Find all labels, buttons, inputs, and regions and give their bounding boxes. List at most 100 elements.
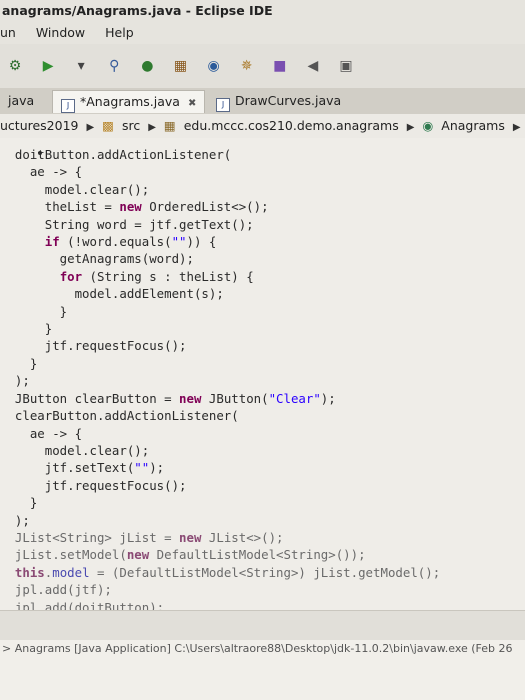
web-icon[interactable]: ◉ [203, 55, 225, 77]
menu-window[interactable]: Window [36, 22, 85, 44]
code-line: jtf.requestFocus(); [0, 478, 187, 493]
code-token: ae -> { [0, 425, 83, 441]
code-line: jpl.add(doitButton); [0, 600, 164, 610]
java-file-icon: J [61, 99, 75, 113]
code-token: = (DefaultListModel<String>) jList.getMo… [89, 564, 441, 580]
code-token: new [126, 547, 150, 563]
code-token: JList<>(); [201, 529, 284, 545]
code-token: jtf.requestFocus(); [0, 477, 187, 493]
code-token: } [0, 355, 38, 371]
code-line: ); [0, 373, 30, 388]
breadcrumb-src[interactable]: src [122, 114, 140, 138]
code-token: ); [0, 512, 30, 528]
menu-bar: un Window Help [0, 22, 525, 44]
code-token: } [0, 321, 53, 337]
chevron-right-icon: ▶ [512, 122, 521, 133]
open-type-icon[interactable]: ▦ [169, 55, 191, 77]
code-token: doitButton.addActionListener( [0, 147, 232, 162]
breadcrumb-project[interactable]: uctures2019 [0, 114, 79, 138]
code-line: doitButton.addActionListener( [0, 147, 231, 162]
editor-tabs: java J *Anagrams.java ✖ J DrawCurves.java [0, 88, 525, 114]
code-token: OrderedList<>(); [141, 199, 269, 215]
chevron-right-icon: ▶ [406, 122, 415, 133]
code-token: getAnagrams(word); [0, 251, 194, 267]
menu-run[interactable]: un [0, 22, 16, 44]
code-token: model [52, 564, 90, 580]
debug-icon[interactable]: ⚙ [4, 55, 26, 77]
code-line: for (String s : theList) { [0, 269, 254, 284]
code-line: jpl.add(jtf); [0, 582, 112, 597]
breadcrumb-class[interactable]: Anagrams [441, 114, 505, 138]
source-code[interactable]: doitButton.addActionListener( ae -> { mo… [0, 146, 440, 610]
navigate-back-icon[interactable]: ◀ [302, 55, 324, 77]
code-token: model.clear(); [0, 181, 150, 197]
code-token: ); [0, 373, 30, 389]
code-token: jpl.add(doitButton); [0, 599, 165, 610]
chevron-right-icon: ▶ [148, 122, 156, 133]
code-token: "Clear" [268, 390, 321, 406]
close-icon[interactable]: ✖ [188, 98, 196, 109]
code-line: jtf.setText(""); [0, 460, 164, 475]
java-file-icon: J [216, 98, 230, 112]
code-line: } [0, 495, 37, 510]
code-line: } [0, 321, 52, 336]
code-line: this.model = (DefaultListModel<String>) … [0, 565, 440, 580]
code-token: DefaultListModel<String>()); [149, 547, 366, 563]
pin-icon[interactable]: ✵ [236, 55, 258, 77]
code-line: theList = new OrderedList<>(); [0, 199, 269, 214]
breadcrumb-package[interactable]: edu.mccc.cos210.demo.anagrams [184, 114, 399, 138]
code-line: ae -> { [0, 426, 82, 441]
code-token: "" [171, 234, 187, 250]
code-line: model.addElement(s); [0, 286, 224, 301]
code-line: model.clear(); [0, 182, 149, 197]
code-token: model.clear(); [0, 442, 150, 458]
code-line: if (!word.equals("")) { [0, 234, 217, 250]
package-folder-icon: ▩ [102, 118, 114, 133]
code-token: jtf.requestFocus(); [0, 338, 187, 354]
code-editor[interactable]: doitButton.addActionListener( ae -> { mo… [0, 138, 525, 610]
code-token: } [0, 495, 38, 511]
tab-java-label: java [8, 93, 35, 108]
code-line: ); [0, 513, 30, 528]
code-token: "" [134, 460, 150, 476]
code-token: String word = jtf.getText(); [0, 216, 254, 232]
console-output: > Anagrams [Java Application] C:\Users\a… [0, 640, 525, 700]
code-line: } [0, 356, 37, 371]
code-token: jList.setModel( [0, 547, 127, 563]
perspective-icon[interactable]: ▣ [335, 55, 357, 77]
code-line: jtf.requestFocus(); [0, 338, 187, 353]
code-token: jtf.setText( [0, 460, 135, 476]
tab-anagrams-label: *Anagrams.java [80, 94, 180, 109]
code-line: jList.setModel(new DefaultListModel<Stri… [0, 547, 366, 562]
code-token: } [0, 303, 68, 319]
breadcrumb: uctures2019 ▶ ▩ src ▶ ▦ edu.mccc.cos210.… [0, 114, 525, 138]
code-line: model.clear(); [0, 443, 149, 458]
code-line: } [0, 304, 67, 319]
code-token: theList = [0, 199, 120, 215]
code-token: new [179, 390, 202, 406]
code-token: JButton clearButton = [0, 390, 180, 406]
class-icon: ◉ [422, 118, 434, 133]
highlight-icon[interactable]: ■ [269, 55, 291, 77]
code-line: JList<String> jList = new JList<>(); [0, 530, 284, 545]
code-token: ); [320, 390, 336, 406]
code-line: JButton clearButton = new JButton("Clear… [0, 391, 336, 406]
code-token: if [44, 234, 60, 250]
window-title: anagrams/Anagrams.java - Eclipse IDE [0, 0, 525, 22]
tab-java[interactable]: java [0, 90, 42, 112]
tab-drawcurves[interactable]: J DrawCurves.java [208, 90, 349, 112]
code-token: ae -> { [0, 164, 83, 180]
menu-help[interactable]: Help [105, 22, 134, 44]
code-token: new [179, 529, 202, 545]
tab-anagrams[interactable]: J *Anagrams.java ✖ [52, 90, 206, 113]
run-dropdown-icon[interactable]: ▾ [70, 55, 92, 77]
code-line: ae -> { [0, 164, 82, 179]
run-icon[interactable]: ▶ [37, 55, 59, 77]
search-icon[interactable]: ⚲ [103, 55, 125, 77]
code-token: (!word.equals( [59, 234, 172, 250]
tab-drawcurves-label: DrawCurves.java [235, 93, 342, 108]
new-class-icon[interactable]: ● [136, 55, 158, 77]
code-token: )) { [186, 234, 217, 250]
code-token: (String s : theList) { [82, 268, 254, 284]
